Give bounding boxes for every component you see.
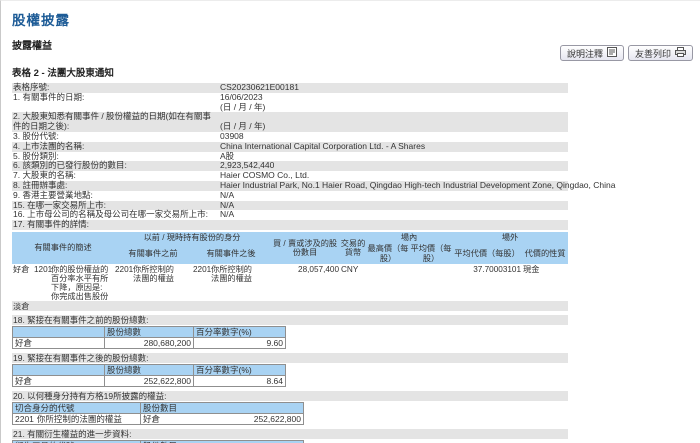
section19-pct-value: 8.64	[193, 375, 286, 388]
field-value: N/A	[220, 209, 235, 220]
notes-button[interactable]: 說明注釋	[559, 45, 624, 61]
field-value: Haier Industrial Park, No.1 Haier Road, …	[219, 179, 616, 191]
field-row: 1. 有關事件的日期: 16/06/2023 (日 / 月 / 年)	[12, 91, 568, 113]
event-description-line1: 你的股份權益的百分率水平有所下降，原因是:	[51, 265, 109, 293]
page-title: 股權披露	[12, 13, 70, 28]
capacity-after-code: 2201	[193, 265, 212, 275]
fields-table: 表格序號: CS20230621E00181 1. 有關事件的日期: 16/06…	[12, 82, 616, 230]
section20-shares-value: 252,622,800	[253, 414, 301, 425]
form-caption: 表格 2 - 法團大股東通知	[12, 68, 114, 79]
field-row: 17. 有關事件的詳情:	[12, 219, 568, 230]
event-description: 你的股份權益的百分率水平有所下降，原因是: 你完成出售股份	[50, 264, 114, 301]
section20-position-label: 好倉	[143, 414, 161, 425]
section19-row-label: 好倉	[12, 375, 105, 388]
section21-label: 21. 有關衍生權益的進一步資料:	[12, 429, 568, 440]
position-label: 好倉	[13, 265, 30, 275]
field-row: 4. 上市法團的名稱: China International Capital …	[12, 141, 568, 152]
disclosure-page: 股權披露 披露權益 說明注釋 友善列印 表格 2 - 法團大股東通知 表格序號:…	[0, 0, 700, 443]
notes-button-label: 說明注釋	[566, 48, 603, 59]
short-position-label: 淡倉	[12, 301, 569, 312]
col-consideration-nature: 代價的性質	[522, 243, 569, 265]
field-row: 2. 大股東知悉有關事件 / 股份權益的日期(如在有關事件的日期之後): (日 …	[12, 112, 568, 132]
capacity-after-text-span: 你所控制的法團的權益	[211, 265, 252, 284]
printer-icon	[675, 47, 686, 59]
field-row: 表格序號: CS20230621E00181	[12, 82, 568, 93]
short-position-row: 淡倉	[12, 301, 569, 312]
col-capacity-group: 以前 / 現時持有股份的身分	[114, 231, 271, 244]
field-label: 17. 有關事件的詳情:	[12, 219, 219, 230]
col-currency: 交易的貨幣	[340, 231, 367, 265]
note-icon	[606, 47, 617, 59]
section20-table: 切合身分的代號 股份數目 2201 你所控制的法團的權益 好倉 252,622,…	[12, 402, 304, 426]
section19-corner-cell	[12, 364, 105, 377]
section20-capacity-code: 2201	[15, 414, 34, 425]
col-shares-involved: 買 / 賣或涉及的股份數目	[270, 231, 341, 265]
col-after-event: 有關事件之後	[192, 243, 271, 265]
capacity-before-text: 你所控制的法團的權益	[132, 264, 192, 301]
section18-table: 股份總數 百分率數字(%) 好倉 280,680,200 9.60	[12, 326, 286, 350]
col-average-price: 平均價（每股）	[410, 243, 453, 265]
average-price-value	[410, 264, 452, 301]
section19-col-pct: 百分率數字(%)	[193, 364, 286, 377]
print-button[interactable]: 友善列印	[627, 45, 693, 61]
section20-capacity-cell: 2201 你所控制的法團的權益	[12, 413, 141, 426]
field-label: 1. 有關事件的日期:	[13, 91, 85, 102]
section19-table: 股份總數 百分率數字(%) 好倉 252,622,800 8.64	[12, 364, 286, 388]
field-row: 8. 註冊辦事處: Haier Industrial Park, No.1 Ha…	[12, 179, 616, 191]
long-position-row: 好倉 1201 你的股份權益的百分率水平有所下降，原因是: 你完成出售股份 22…	[12, 264, 568, 301]
col-on-exchange: 場內	[366, 231, 453, 244]
section20-col-shares: 股份數目	[140, 402, 304, 415]
field-value: 16/06/2023 (日 / 月 / 年)	[220, 91, 266, 112]
field-value: N/A	[220, 189, 235, 200]
event-description-line2: 你完成出售股份	[51, 292, 109, 302]
print-button-label: 友善列印	[634, 48, 671, 59]
col-highest-price: 最高價（每股）	[366, 243, 411, 265]
col-average-consideration: 平均代價（每股）	[452, 243, 523, 265]
capacity-before-code: 2201	[115, 265, 134, 275]
col-off-exchange: 場外	[452, 231, 569, 244]
field-value: CS20230621E00181	[219, 82, 568, 93]
section19-col-total: 股份總數	[104, 364, 194, 377]
highest-price-value	[366, 264, 410, 301]
section18-pct-value: 9.60	[193, 337, 286, 350]
section18-corner-cell	[12, 326, 105, 339]
section18-total-value: 280,680,200	[104, 337, 194, 350]
section18-col-pct: 百分率數字(%)	[193, 326, 286, 339]
capacity-after-text: 你所控制的法團的權益	[210, 264, 270, 301]
currency-value: CNY	[341, 265, 359, 275]
section19-label: 19. 緊接在有關事件之後的股份總數:	[12, 353, 568, 364]
table-row: 好倉 252,622,800 8.64	[12, 375, 286, 388]
field-value: N/A	[219, 200, 568, 211]
col-before-event: 有關事件之前	[114, 243, 192, 265]
event-table: 有關事件的簡述 以前 / 現時持有股份的身分 買 / 賣或涉及的股份數目 交易的…	[12, 231, 569, 312]
table-row: 好倉 280,680,200 9.60	[12, 337, 286, 350]
field-value: China International Capital Corporation …	[219, 141, 568, 152]
capacity-before-text-span: 你所控制的法團的權益	[133, 265, 174, 284]
section19-total-value: 252,622,800	[104, 375, 194, 388]
event-code: 1201	[34, 265, 53, 275]
table-row: 2201 你所控制的法團的權益 好倉 252,622,800	[12, 413, 304, 426]
section20-col-code: 切合身分的代號	[12, 402, 141, 415]
field-value: (日 / 月 / 年)	[219, 112, 568, 132]
field-row: 16. 上市母公司的名稱及母公司在哪一家交易所上市: N/A	[12, 210, 568, 220]
field-value	[219, 220, 568, 230]
section20-capacity-text: 你所控制的法團的權益	[36, 414, 122, 425]
section18-row-label: 好倉	[12, 337, 105, 350]
section20-label: 20. 以何種身分持有方格19所披露的權益:	[12, 391, 568, 402]
shares-involved-value: 28,057,400	[298, 265, 340, 275]
fields-body: 表格序號: CS20230621E00181 1. 有關事件的日期: 16/06…	[12, 82, 616, 230]
col-event-description: 有關事件的簡述	[12, 231, 114, 265]
toolbar: 說明注釋 友善列印	[559, 45, 693, 61]
field-label: 2. 大股東知悉有關事件 / 股份權益的日期(如在有關事件的日期之後):	[12, 112, 219, 132]
section18-col-total: 股份總數	[104, 326, 194, 339]
section20-shares-cell: 好倉 252,622,800	[140, 413, 304, 426]
consideration-nature-value: 現金	[523, 265, 540, 275]
average-consideration-value: 37.70003101	[473, 265, 522, 275]
section18-label: 18. 緊接在有關事件之前的股份總數:	[12, 315, 568, 326]
